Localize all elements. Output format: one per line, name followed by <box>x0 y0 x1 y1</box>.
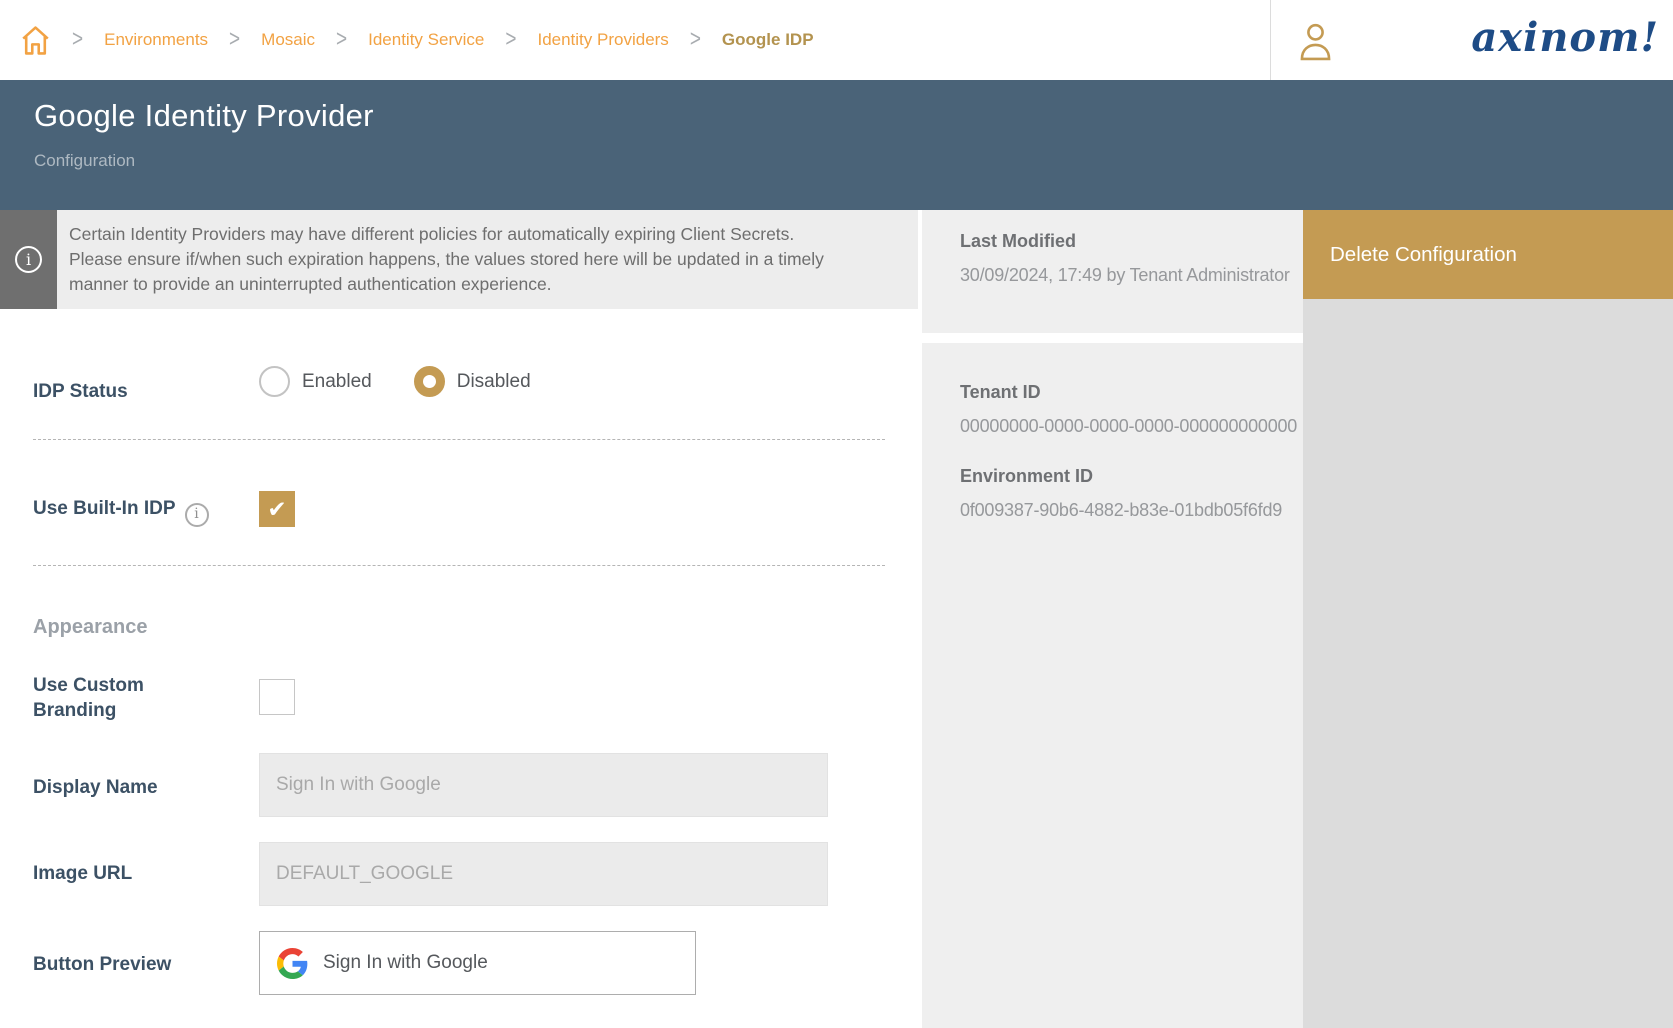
separator <box>33 565 885 566</box>
breadcrumb-item-mosaic[interactable]: Mosaic <box>261 30 315 50</box>
breadcrumb-item-identity-providers[interactable]: Identity Providers <box>537 30 668 50</box>
radio-enabled[interactable] <box>259 366 290 397</box>
page-title: Google Identity Provider <box>34 98 374 134</box>
info-icon: i <box>15 246 42 273</box>
display-name-label: Display Name <box>33 775 158 800</box>
image-url-input[interactable] <box>259 842 828 906</box>
chevron-right-icon: > <box>72 26 83 54</box>
breadcrumb: > Environments > Mosaic > Identity Servi… <box>20 0 814 80</box>
google-sign-in-preview-button[interactable]: Sign In with Google <box>259 931 696 995</box>
use-built-in-idp-label: Use Built-In IDP i <box>33 496 209 527</box>
page-header: Google Identity Provider Configuration <box>0 80 1673 210</box>
google-sign-in-preview-text: Sign In with Google <box>323 952 488 974</box>
top-bar: > Environments > Mosaic > Identity Servi… <box>0 0 1673 80</box>
environment-id-label: Environment ID <box>960 466 1303 487</box>
tenant-id-label: Tenant ID <box>960 382 1303 403</box>
right-background-panel <box>1303 299 1673 1028</box>
last-modified-panel: Last Modified 30/09/2024, 17:49 by Tenan… <box>922 210 1303 333</box>
appearance-heading: Appearance <box>33 616 148 639</box>
chevron-right-icon: > <box>505 26 516 54</box>
ids-panel: Tenant ID 00000000-0000-0000-0000-000000… <box>922 343 1303 1028</box>
use-custom-branding-checkbox[interactable]: ✔ <box>259 679 295 715</box>
radio-disabled-label[interactable]: Disabled <box>457 371 531 393</box>
image-url-label: Image URL <box>33 861 132 886</box>
chevron-right-icon: > <box>336 26 347 54</box>
info-icon[interactable]: i <box>185 503 209 527</box>
environment-id-value: 0f009387-90b6-4882-b83e-01bdb05f6fd9 <box>960 500 1303 521</box>
configuration-form: i Certain Identity Providers may have di… <box>0 210 922 1028</box>
radio-enabled-label[interactable]: Enabled <box>302 371 372 393</box>
display-name-input[interactable] <box>259 753 828 817</box>
axinom-logo: axinom! <box>1471 14 1659 61</box>
google-logo-icon <box>277 948 308 979</box>
last-modified-label: Last Modified <box>960 231 1303 252</box>
breadcrumb-current-google-idp: Google IDP <box>722 30 814 50</box>
chevron-right-icon: > <box>229 26 240 54</box>
use-custom-branding-label: Use Custom Branding <box>33 673 203 723</box>
chevron-right-icon: > <box>690 26 701 54</box>
use-built-in-idp-checkbox[interactable]: ✔ <box>259 491 295 527</box>
delete-configuration-button[interactable]: Delete Configuration <box>1303 210 1673 299</box>
button-preview-label: Button Preview <box>33 952 171 977</box>
idp-status-radio-group: Enabled Disabled <box>259 366 561 397</box>
info-banner: i Certain Identity Providers may have di… <box>0 210 918 309</box>
info-banner-text: Certain Identity Providers may have diff… <box>57 210 832 309</box>
user-profile-icon[interactable] <box>1297 21 1334 68</box>
home-icon[interactable] <box>20 24 51 57</box>
checkmark-icon: ✔ <box>267 496 286 523</box>
breadcrumb-item-environments[interactable]: Environments <box>104 30 208 50</box>
separator <box>33 439 885 440</box>
topbar-divider <box>1270 0 1271 80</box>
radio-disabled[interactable] <box>414 366 445 397</box>
idp-status-label: IDP Status <box>33 379 128 404</box>
info-banner-icon-box: i <box>0 210 57 309</box>
tenant-id-value: 00000000-0000-0000-0000-000000000000 <box>960 416 1303 437</box>
use-built-in-idp-label-text: Use Built-In IDP <box>33 498 176 519</box>
last-modified-value: 30/09/2024, 17:49 by Tenant Administrato… <box>960 265 1303 286</box>
page-subtitle: Configuration <box>34 151 135 171</box>
breadcrumb-item-identity-service[interactable]: Identity Service <box>368 30 484 50</box>
